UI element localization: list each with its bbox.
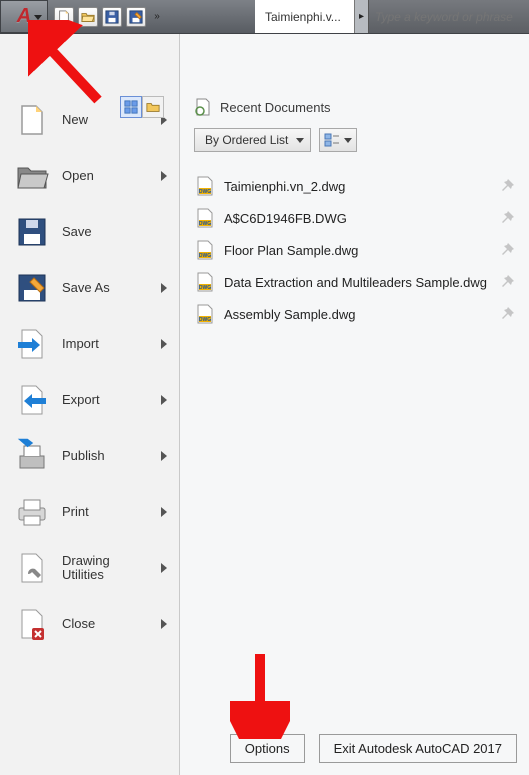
wrench-doc-icon [14,550,50,586]
document-tab-label: Taimienphi.v... [265,10,341,24]
saveas-disk-icon [14,270,50,306]
exit-button[interactable]: Exit Autodesk AutoCAD 2017 [319,734,517,763]
application-menu-button[interactable]: A [0,0,48,33]
qat-save-button[interactable] [102,7,122,27]
qat-new-button[interactable] [54,7,74,27]
recent-controls: By Ordered List [194,128,517,152]
large-icons-icon [124,100,138,114]
svg-text:DWG: DWG [199,189,211,195]
tab-overflow-button[interactable]: ▸ [355,0,369,33]
import-icon [14,326,50,362]
recent-heading-label: Recent Documents [220,100,331,115]
export-icon [14,382,50,418]
recent-documents-panel: Recent Documents By Ordered List DWG Taim… [180,34,529,775]
title-toolbar: A » Taimienphi.v... ▸ [0,0,529,34]
menu-label: Print [62,505,149,519]
save-disk-icon [14,214,50,250]
quick-access-toolbar: » [48,0,170,33]
chevron-right-icon [161,339,167,349]
small-icons-icon [146,100,160,114]
chevron-down-icon [34,15,42,20]
recent-document-name: Floor Plan Sample.dwg [224,243,489,258]
view-mode-button[interactable] [319,128,357,152]
app-menu-commands: New Open Save Save As Import Export [0,34,180,775]
chevron-right-icon [161,171,167,181]
print-icon [14,494,50,530]
recent-heading: Recent Documents [194,98,517,116]
recent-document-row[interactable]: DWG Taimienphi.vn_2.dwg [194,170,517,202]
recent-document-row[interactable]: DWG Assembly Sample.dwg [194,298,517,330]
menu-item-close[interactable]: Close [0,596,179,652]
sort-order-combo[interactable]: By Ordered List [194,128,311,152]
qat-open-button[interactable] [78,7,98,27]
svg-text:DWG: DWG [199,221,211,227]
view-toggle [120,96,164,118]
pin-icon[interactable] [499,242,515,258]
menu-label: Close [62,617,149,631]
pin-icon[interactable] [499,210,515,226]
menu-label: Open [62,169,149,183]
autocad-logo-icon: A [17,5,31,28]
help-search-input[interactable] [375,10,523,24]
open-folder-icon [14,158,50,194]
new-file-icon [14,102,50,138]
help-search [369,0,529,33]
sort-order-label: By Ordered List [205,133,288,147]
open-folder-icon [81,10,95,24]
pin-icon[interactable] [499,274,515,290]
svg-text:DWG: DWG [199,285,211,291]
menu-item-publish[interactable]: Publish [0,428,179,484]
view-large-icons-button[interactable] [120,96,142,118]
recent-document-row[interactable]: DWG Data Extraction and Multileaders Samp… [194,266,517,298]
chevron-right-icon [161,619,167,629]
recent-doc-icon [194,98,212,116]
chevron-right-icon [161,283,167,293]
chevron-down-icon [296,138,304,143]
options-button[interactable]: Options [230,734,305,763]
document-tab-active[interactable]: Taimienphi.v... [255,0,355,33]
chevron-down-icon [344,138,352,143]
menu-label: Save As [62,281,149,295]
recent-documents-list: DWG Taimienphi.vn_2.dwg DWG A$C6D1946FB.DWG… [194,170,517,330]
new-file-icon [57,10,71,24]
svg-text:DWG: DWG [199,253,211,259]
menu-label: Import [62,337,149,351]
menu-item-saveas[interactable]: Save As [0,260,179,316]
chevron-right-icon [161,451,167,461]
pin-icon[interactable] [499,306,515,322]
app-menu-panel: New Open Save Save As Import Export [0,34,529,775]
recent-document-row[interactable]: DWG Floor Plan Sample.dwg [194,234,517,266]
recent-document-row[interactable]: DWG A$C6D1946FB.DWG [194,202,517,234]
list-view-icon [324,132,340,148]
menu-item-print[interactable]: Print [0,484,179,540]
svg-text:DWG: DWG [199,317,211,323]
chevron-right-icon [161,563,167,573]
menu-item-export[interactable]: Export [0,372,179,428]
close-doc-icon [14,606,50,642]
publish-icon [14,438,50,474]
chevron-right-icon [161,507,167,517]
chevron-right-icon [161,395,167,405]
qat-saveas-button[interactable] [126,7,146,27]
menu-label: Save [62,225,171,239]
menu-item-save[interactable]: Save [0,204,179,260]
view-small-icons-button[interactable] [142,96,164,118]
saveas-disk-icon [129,10,143,24]
app-menu-footer: Options Exit Autodesk AutoCAD 2017 [230,734,517,763]
menu-item-open[interactable]: Open [0,148,179,204]
recent-document-name: A$C6D1946FB.DWG [224,211,489,226]
menu-label: Export [62,393,149,407]
pin-icon[interactable] [499,178,515,194]
save-disk-icon [105,10,119,24]
qat-overflow-button[interactable]: » [150,11,164,22]
menu-label: Drawing Utilities [62,554,149,583]
recent-document-name: Data Extraction and Multileaders Sample.… [224,275,489,290]
recent-document-name: Taimienphi.vn_2.dwg [224,179,489,194]
menu-item-import[interactable]: Import [0,316,179,372]
menu-item-drawing-utilities[interactable]: Drawing Utilities [0,540,179,596]
recent-document-name: Assembly Sample.dwg [224,307,489,322]
menu-label: Publish [62,449,149,463]
